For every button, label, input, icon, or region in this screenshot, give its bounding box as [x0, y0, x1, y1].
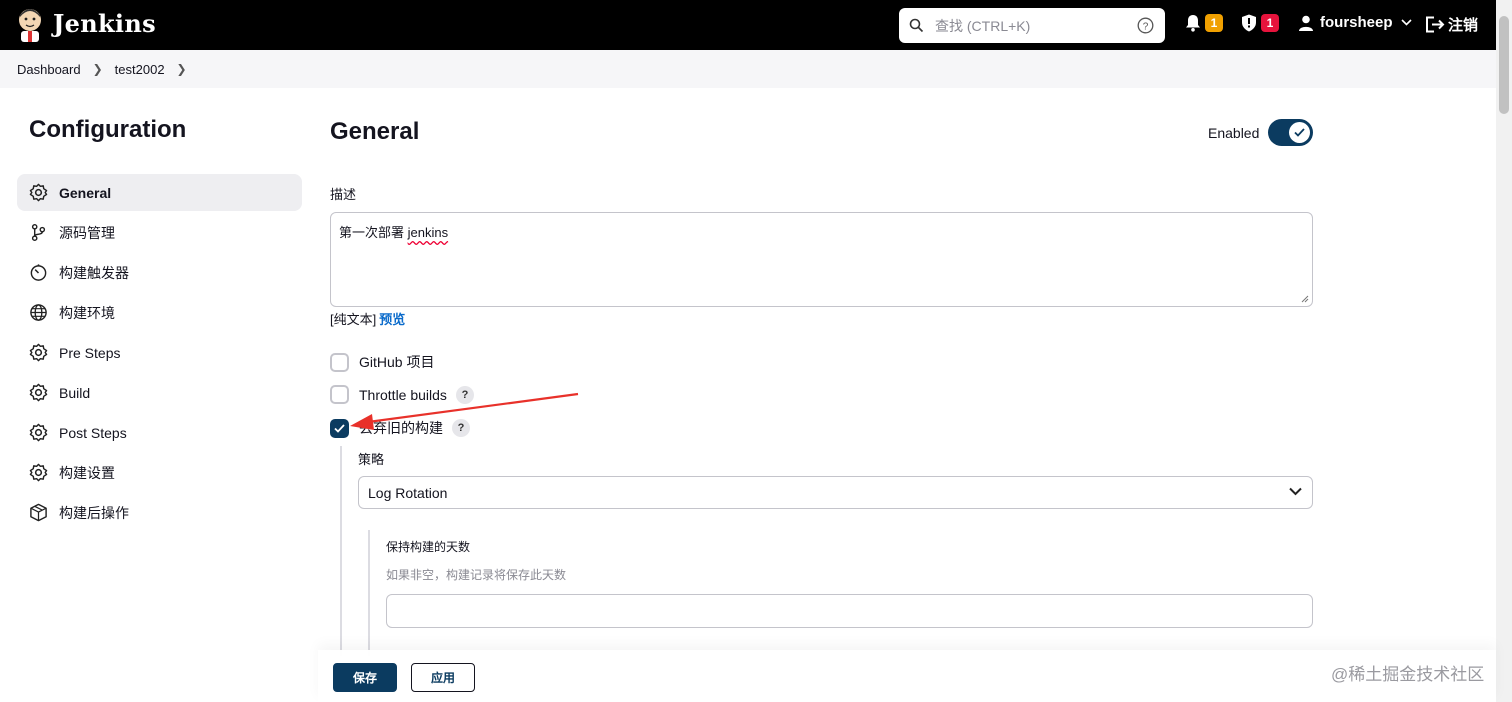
jenkins-logo-icon[interactable] [16, 7, 44, 43]
check-icon [1294, 128, 1305, 137]
days-to-keep-label: 保持构建的天数 [386, 540, 471, 554]
globe-icon [30, 304, 47, 321]
check-icon [334, 423, 345, 433]
throttle-builds-checkbox[interactable] [330, 385, 349, 404]
user-menu[interactable]: foursheep [1298, 14, 1412, 31]
bell-icon [1186, 15, 1200, 32]
breadcrumb-job[interactable]: test2002 [115, 62, 165, 77]
sidebar-item-label: 构建后操作 [59, 504, 129, 521]
sidebar-title: Configuration [29, 116, 187, 143]
strategy-label: 策略 [358, 452, 385, 467]
sidebar-item-build-settings[interactable]: 构建设置 [17, 454, 302, 491]
sidebar-item-label: Pre Steps [59, 344, 121, 361]
section-title: General [330, 118, 420, 145]
sidebar-item-label: 构建设置 [59, 464, 115, 481]
enabled-label: Enabled [1208, 125, 1260, 141]
page-scrollbar[interactable] [1496, 0, 1512, 702]
description-word: jenkins [407, 225, 449, 240]
sidebar-item-general[interactable]: General [17, 174, 302, 211]
option-label: GitHub 项目 [359, 354, 435, 370]
sidebar-item-label: 源码管理 [59, 224, 115, 241]
enabled-toggle[interactable] [1268, 119, 1313, 146]
help-circle-icon[interactable]: ? [1137, 17, 1154, 34]
help-icon[interactable]: ? [452, 419, 470, 437]
days-to-keep-input[interactable] [386, 594, 1313, 628]
gear-icon [29, 183, 48, 202]
breadcrumb-chevron-icon[interactable]: ❯ [93, 62, 103, 76]
days-to-keep-hint: 如果非空，构建记录将保存此天数 [386, 568, 567, 582]
option-label: Throttle builds [359, 386, 447, 403]
gear-icon [29, 463, 48, 482]
cube-icon [30, 503, 47, 522]
option-discard-old-builds[interactable]: 丢弃旧的构建 ? [330, 418, 470, 438]
top-header: Jenkins ? 1 1 foursheep [0, 0, 1496, 50]
notifications-badge: 1 [1205, 14, 1223, 32]
logout-icon [1426, 16, 1445, 33]
github-project-checkbox[interactable] [330, 352, 349, 372]
sidebar-item-pre-steps[interactable]: Pre Steps [17, 334, 302, 371]
toggle-knob [1289, 122, 1310, 143]
brand-title[interactable]: Jenkins [53, 9, 156, 38]
sidebar-item-build[interactable]: Build [17, 374, 302, 411]
breadcrumb-chevron-icon[interactable]: ❯ [177, 62, 187, 76]
sidebar-item-label: Build [59, 384, 91, 401]
strategy-value: Log Rotation [368, 485, 448, 501]
chevron-down-icon [1400, 19, 1412, 26]
sidebar-item-label: 构建触发器 [59, 264, 129, 281]
branch-icon [31, 223, 46, 242]
timer-icon [30, 264, 47, 281]
search-box[interactable]: ? [899, 8, 1165, 43]
user-name: foursheep [1320, 14, 1393, 31]
scrollbar-thumb[interactable] [1499, 16, 1509, 114]
sidebar-item-label: 构建环境 [59, 304, 115, 321]
nested-subsection-line [368, 530, 370, 656]
help-icon[interactable]: ? [455, 385, 474, 404]
sidebar-item-triggers[interactable]: 构建触发器 [17, 254, 302, 291]
gear-icon [29, 343, 48, 362]
sidebar-item-scm[interactable]: 源码管理 [17, 214, 302, 251]
preview-link[interactable]: 预览 [379, 312, 405, 327]
bottom-action-bar [318, 650, 1496, 702]
description-text: 第一次部署 [339, 225, 408, 240]
option-github-project[interactable]: GitHub 项目 [330, 352, 434, 372]
discard-old-builds-checkbox[interactable] [330, 418, 349, 438]
save-button[interactable]: 保存 [333, 663, 397, 692]
logout-button[interactable]: 注销 [1425, 14, 1478, 35]
sidebar-item-environment[interactable]: 构建环境 [17, 294, 302, 331]
security-badge: 1 [1261, 14, 1279, 32]
gear-icon [29, 423, 48, 442]
sidebar-item-post-build[interactable]: 构建后操作 [17, 494, 302, 531]
text-format-line: [纯文本] 预览 [330, 309, 405, 328]
strategy-select[interactable]: Log Rotation [358, 476, 1313, 509]
notifications-button[interactable]: 1 [1185, 14, 1223, 32]
resize-handle-icon[interactable] [1301, 295, 1309, 303]
description-label: 描述 [330, 187, 357, 202]
gear-icon [29, 383, 48, 402]
sidebar-item-label: General [59, 184, 112, 201]
svg-text:?: ? [1143, 22, 1149, 33]
logout-label: 注销 [1448, 17, 1479, 34]
search-input[interactable] [935, 15, 1130, 37]
format-plain-label: [纯文本] [330, 312, 377, 327]
option-label: 丢弃旧的构建 [359, 420, 443, 436]
apply-button[interactable]: 应用 [411, 663, 475, 692]
sidebar-item-label: Post Steps [59, 424, 127, 441]
description-textarea[interactable]: 第一次部署 jenkins [330, 212, 1313, 307]
sidebar-item-post-steps[interactable]: Post Steps [17, 414, 302, 451]
breadcrumb: Dashboard ❯ test2002 ❯ [0, 50, 1496, 88]
user-icon [1299, 15, 1313, 31]
sidebar-nav: General 源码管理 构建触发器 构建环境 Pre Steps Build … [17, 174, 302, 534]
chevron-down-icon [1289, 487, 1302, 496]
watermark-text: @稀土掘金技术社区 [1331, 665, 1485, 684]
nested-section-line [340, 446, 342, 656]
search-icon [909, 18, 924, 33]
security-button[interactable]: 1 [1241, 14, 1279, 32]
breadcrumb-dashboard[interactable]: Dashboard [17, 62, 81, 77]
option-throttle-builds[interactable]: Throttle builds ? [330, 385, 474, 404]
shield-alert-icon [1242, 14, 1256, 32]
